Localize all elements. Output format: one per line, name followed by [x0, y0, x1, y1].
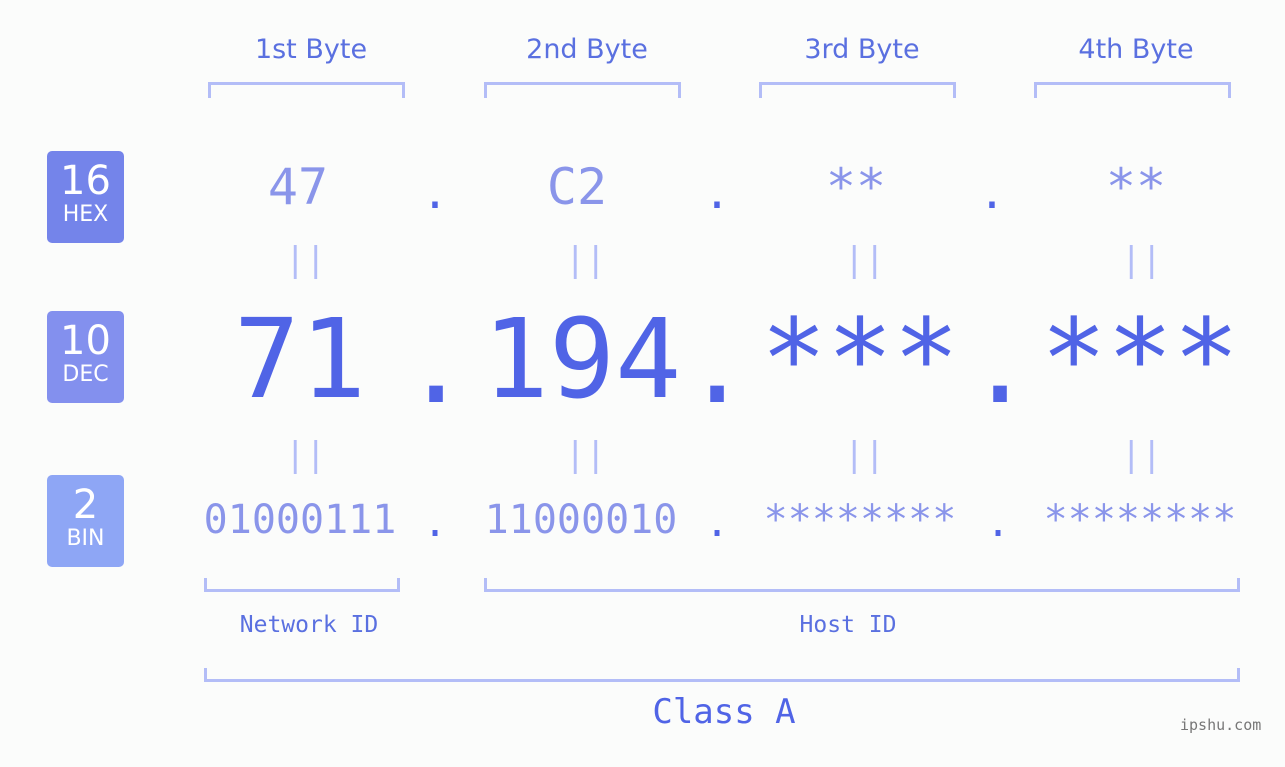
byte-bracket-2	[484, 82, 681, 98]
dec-label: DEC	[62, 362, 109, 387]
byte-bracket-1	[208, 82, 405, 98]
bin-dot-3: .	[985, 500, 1011, 546]
dec-dot-3: .	[967, 300, 1034, 428]
hex-dot-3: .	[978, 168, 1006, 219]
host-bracket	[484, 578, 1240, 592]
equals-dec-bin-2: ||	[565, 435, 606, 475]
bin-dot-2: .	[704, 500, 730, 546]
byte-bracket-3	[759, 82, 956, 98]
byte-header-3: 3rd Byte	[804, 34, 920, 65]
network-bracket	[204, 578, 400, 592]
host-id-label: Host ID	[799, 612, 897, 638]
equals-hex-dec-2: ||	[565, 240, 606, 280]
bin-base: 2	[72, 482, 99, 528]
equals-dec-bin-3: ||	[844, 435, 885, 475]
hex-dot-2: .	[703, 168, 731, 219]
network-id-label: Network ID	[239, 612, 379, 638]
dec-byte-4: ***	[1040, 295, 1240, 423]
byte-bracket-4	[1034, 82, 1231, 98]
equals-dec-bin-4: ||	[1121, 435, 1162, 475]
class-bracket	[204, 668, 1240, 682]
bin-byte-1: 01000111	[203, 497, 397, 543]
bin-byte-2: 11000010	[484, 497, 678, 543]
bin-byte-3: ********	[763, 497, 957, 543]
bin-label: BIN	[66, 526, 105, 551]
dec-dot-2: .	[684, 300, 751, 428]
hex-byte-2: C2	[546, 158, 608, 216]
byte-header-2: 2nd Byte	[526, 34, 648, 65]
hex-byte-1: 47	[267, 158, 329, 216]
equals-hex-dec-1: ||	[285, 240, 326, 280]
dec-base: 10	[60, 318, 111, 364]
dec-byte-2: 194	[482, 295, 682, 423]
hex-dot-1: .	[421, 168, 449, 219]
dec-dot-1: .	[403, 300, 470, 428]
hex-base: 16	[60, 158, 111, 204]
dec-badge: 10 DEC	[47, 311, 124, 403]
hex-byte-3: **	[825, 158, 887, 216]
bin-byte-4: ********	[1043, 497, 1237, 543]
hex-label: HEX	[62, 202, 109, 227]
dec-byte-3: ***	[760, 295, 960, 423]
bin-badge: 2 BIN	[47, 475, 124, 567]
byte-header-4: 4th Byte	[1078, 34, 1194, 65]
dec-byte-1: 71	[233, 295, 367, 423]
equals-hex-dec-3: ||	[844, 240, 885, 280]
watermark: ipshu.com	[1180, 716, 1262, 734]
hex-badge: 16 HEX	[47, 151, 124, 243]
equals-dec-bin-1: ||	[285, 435, 326, 475]
equals-hex-dec-4: ||	[1121, 240, 1162, 280]
class-label: Class A	[652, 692, 796, 732]
hex-byte-4: **	[1105, 158, 1167, 216]
bin-dot-1: .	[422, 500, 448, 546]
byte-header-1: 1st Byte	[254, 34, 368, 65]
